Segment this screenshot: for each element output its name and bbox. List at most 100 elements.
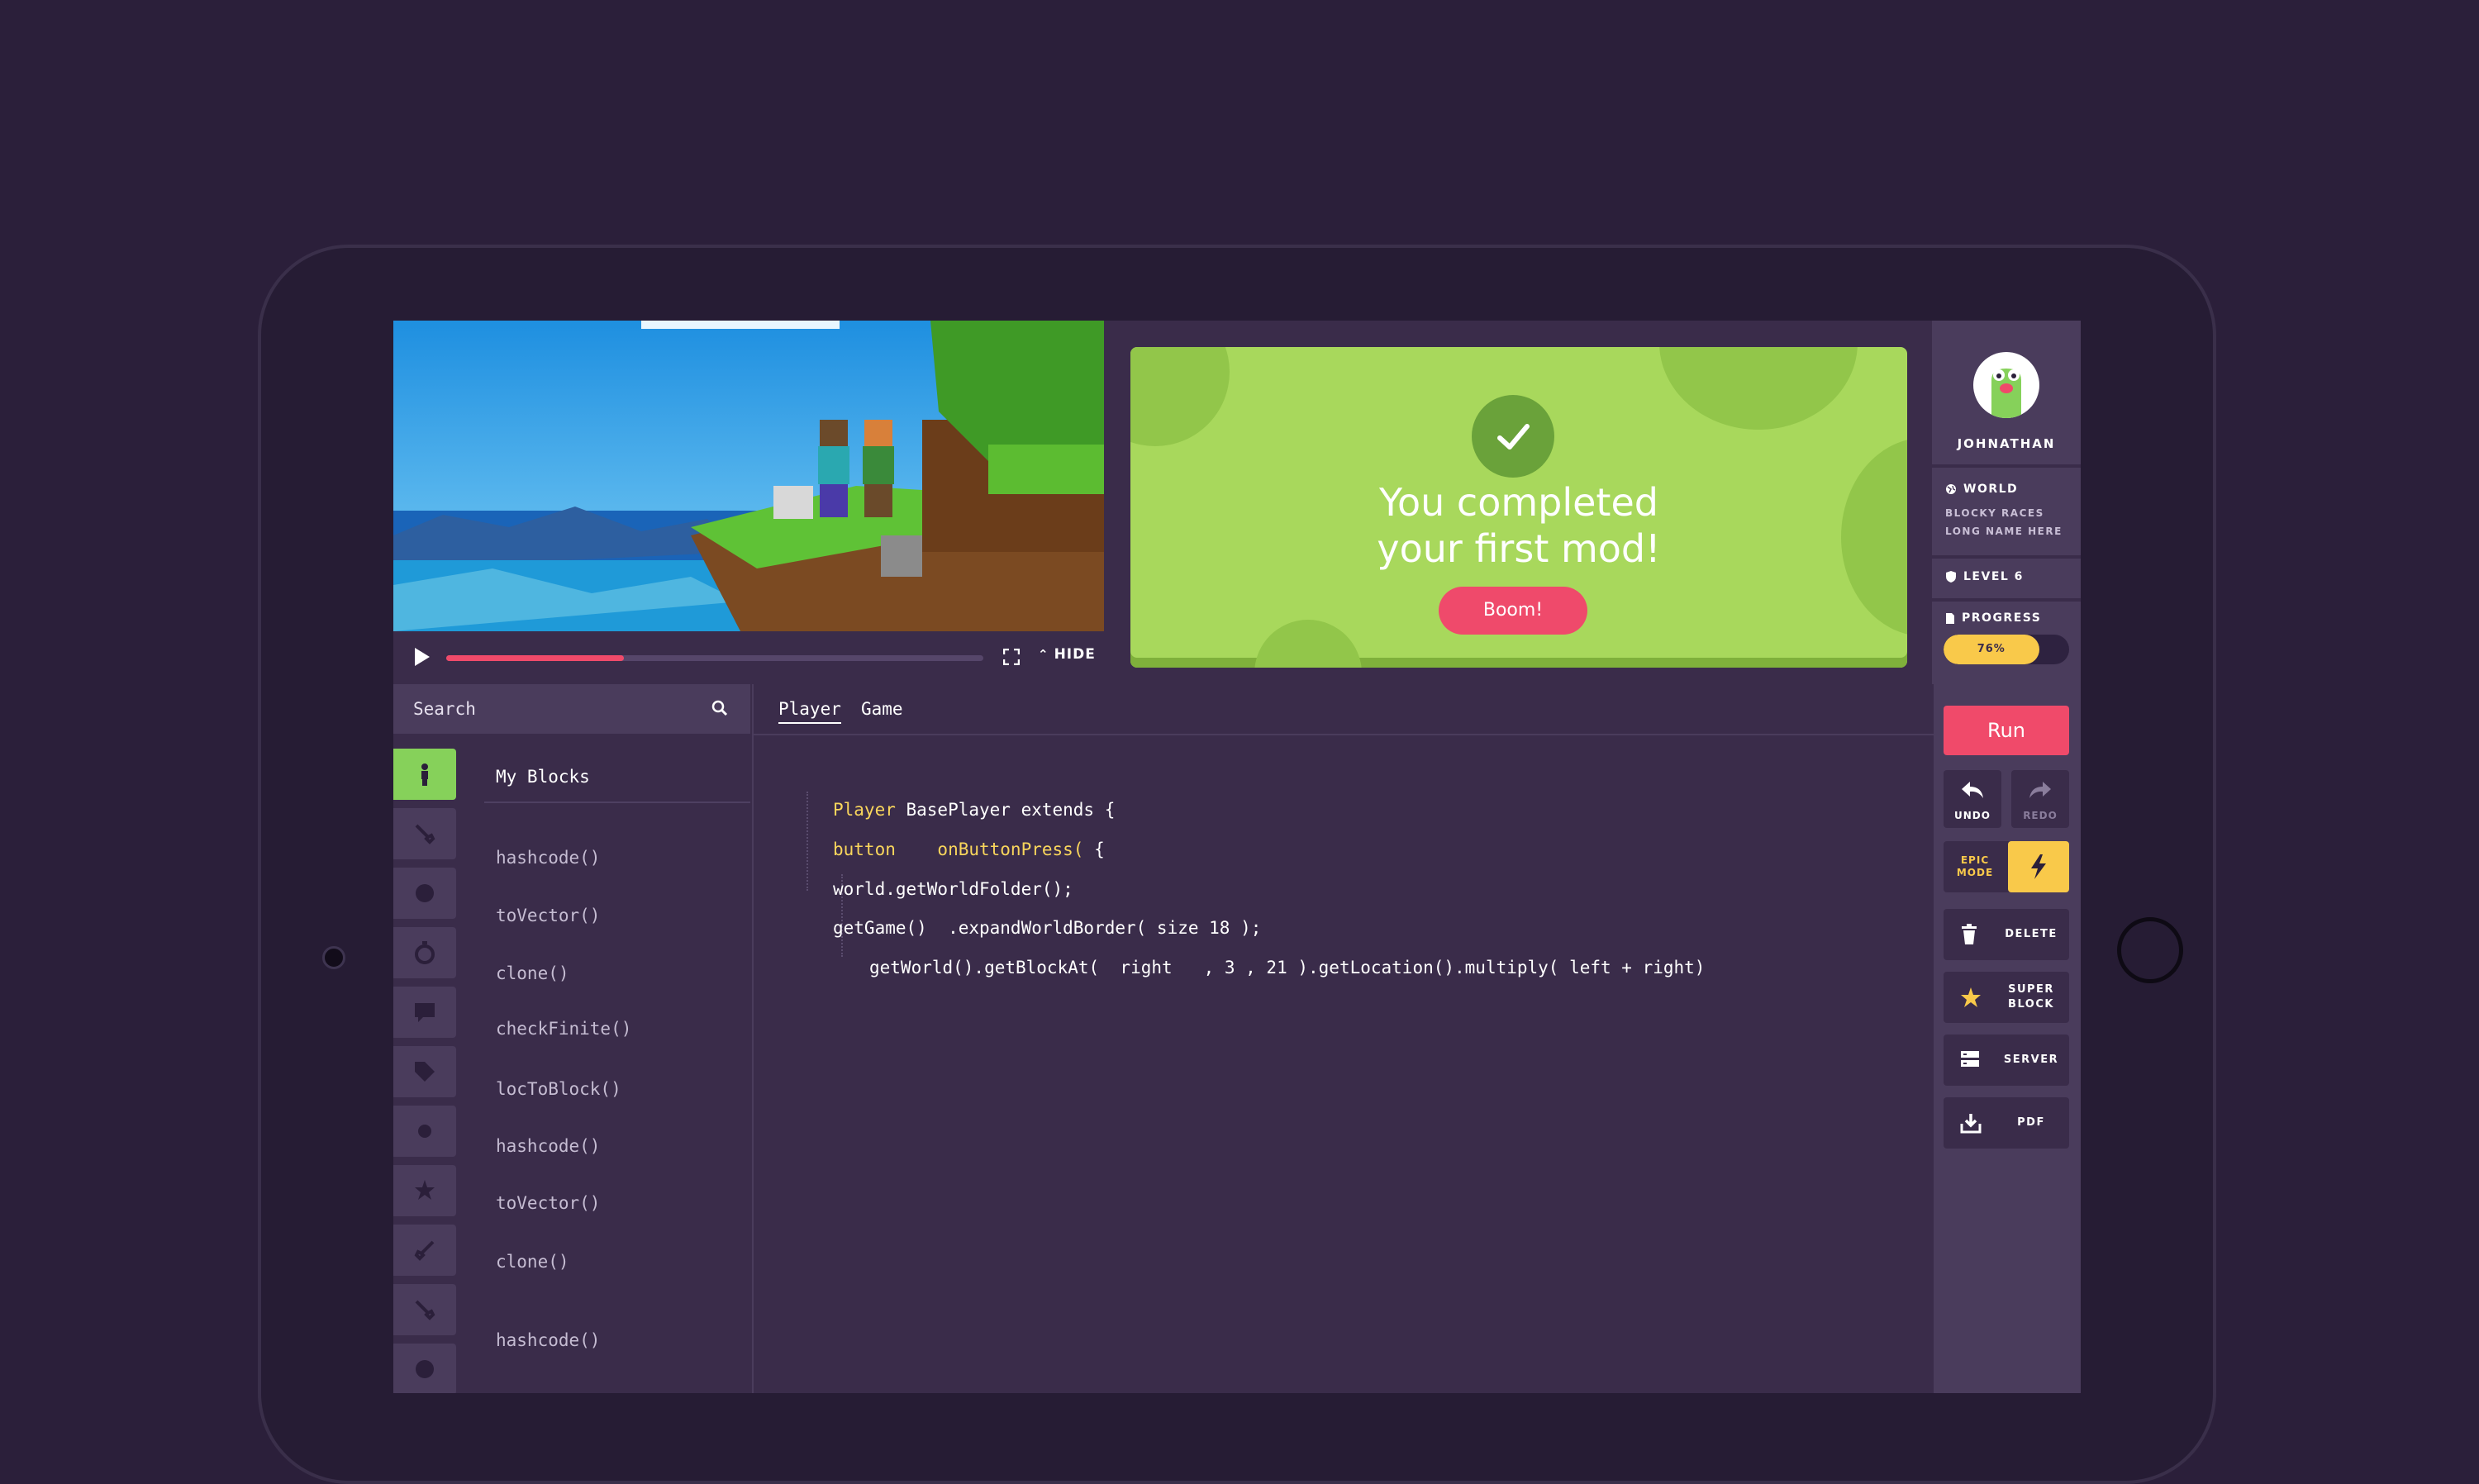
- wrench-icon: [414, 1240, 435, 1261]
- search-input[interactable]: Search: [393, 684, 750, 734]
- undo-label: UNDO: [1954, 810, 1991, 821]
- category-time[interactable]: [393, 927, 456, 978]
- category-world[interactable]: [393, 868, 456, 919]
- globe-icon: [416, 1360, 434, 1378]
- tab-game[interactable]: Game: [861, 699, 903, 719]
- code-line[interactable]: Player BasePlayer extends {: [833, 800, 1115, 820]
- decor-blob: [1659, 347, 1858, 430]
- hide-video-button[interactable]: ⌃ HIDE: [1038, 646, 1096, 663]
- code-text: BasePlayer extends {: [895, 800, 1116, 820]
- video-controls: ⌃ HIDE: [393, 631, 1104, 684]
- home-button[interactable]: [2117, 917, 2183, 983]
- world-name: BLOCKY RACES LONG NAME HERE: [1945, 504, 2063, 540]
- code-keyword: button: [833, 840, 896, 859]
- category-favorites[interactable]: [393, 1165, 456, 1216]
- delete-label: DELETE: [2005, 928, 2058, 940]
- divider: [1932, 555, 2081, 559]
- progress-value: 76%: [1977, 643, 2006, 655]
- epic-mode-switch[interactable]: [2008, 841, 2069, 892]
- game-scene-image: [393, 321, 1104, 631]
- redo-icon: [2029, 782, 2051, 798]
- pdf-button[interactable]: PDF: [1944, 1097, 2069, 1149]
- success-card: You completed your first mod! Boom!: [1130, 347, 1907, 668]
- block-item[interactable]: locToBlock(): [496, 1079, 621, 1099]
- category-column: [393, 734, 456, 1393]
- chevron-up-icon: ⌃: [1038, 647, 1049, 662]
- server-button[interactable]: SERVER: [1944, 1035, 2069, 1086]
- undo-icon: [1962, 782, 1983, 798]
- avatar[interactable]: [1973, 352, 2039, 418]
- app-screen: ⌃ HIDE You completed your first mod! Boom…: [393, 321, 2081, 1393]
- video-progress-track[interactable]: [446, 655, 983, 661]
- boom-button[interactable]: Boom!: [1439, 587, 1587, 635]
- success-title-line: You completed: [1379, 480, 1658, 525]
- code-text: {: [1083, 840, 1105, 859]
- code-line[interactable]: button onButtonPress( {: [833, 840, 1105, 859]
- delete-button[interactable]: DELETE: [1944, 909, 2069, 960]
- tag-icon: [415, 1062, 435, 1082]
- category-build[interactable]: [393, 1225, 456, 1276]
- run-button[interactable]: Run: [1944, 706, 2069, 755]
- video-progress-fill: [446, 655, 624, 661]
- globe-icon: [1946, 484, 1956, 494]
- search-icon[interactable]: [711, 699, 729, 717]
- code-line[interactable]: world.getWorldFolder();: [833, 879, 1073, 899]
- chat-icon: [415, 1003, 435, 1022]
- category-tools[interactable]: [393, 808, 456, 859]
- category-tools-2[interactable]: [393, 1284, 456, 1335]
- block-palette: Search My Blocks hashcode() toVector() c…: [393, 684, 750, 1393]
- category-tags[interactable]: [393, 1046, 456, 1097]
- block-item[interactable]: toVector(): [496, 1193, 600, 1213]
- progress-label-text: PROGRESS: [1962, 611, 2042, 625]
- game-video[interactable]: [393, 321, 1104, 631]
- world-name-line: BLOCKY RACES: [1945, 507, 2044, 519]
- sparkle-icon: [418, 1125, 431, 1138]
- success-panel: You completed your first mod! Boom!: [1104, 321, 1932, 684]
- username: JOHNATHAN: [1957, 436, 2056, 451]
- category-effects[interactable]: [393, 1106, 456, 1157]
- person-icon: [421, 763, 428, 786]
- code-line[interactable]: getWorld().getBlockAt( right , 3 , 21 ).…: [869, 958, 1705, 977]
- block-item[interactable]: toVector(): [496, 906, 600, 925]
- block-item[interactable]: hashcode(): [496, 1330, 600, 1350]
- category-chat[interactable]: [393, 987, 456, 1038]
- my-blocks-header: My Blocks: [496, 767, 590, 787]
- super-block-button[interactable]: SUPER BLOCK: [1944, 972, 2069, 1023]
- block-item[interactable]: hashcode(): [496, 848, 600, 868]
- download-icon: [1960, 1114, 1982, 1134]
- document-icon: [1946, 612, 1954, 624]
- block-item[interactable]: clone(): [496, 963, 569, 983]
- code-keyword: Player: [833, 800, 896, 820]
- tab-player[interactable]: Player: [778, 699, 841, 724]
- world-name-line: LONG NAME HERE: [1945, 526, 2063, 537]
- redo-button[interactable]: REDO: [2011, 770, 2069, 828]
- code-editor[interactable]: Player Game Player BasePlayer extends { …: [752, 684, 1934, 1393]
- undo-button[interactable]: UNDO: [1944, 770, 2001, 828]
- progress-bar: 76%: [1944, 635, 2069, 664]
- shield-icon: [1946, 571, 1956, 583]
- fullscreen-icon[interactable]: [1003, 649, 1020, 665]
- block-item[interactable]: clone(): [496, 1252, 569, 1272]
- editor-tabs: Player Game: [754, 684, 1934, 735]
- epic-mode-toggle[interactable]: EPIC MODE: [1944, 841, 2069, 892]
- category-world-2[interactable]: [393, 1344, 456, 1393]
- timer-icon: [415, 941, 435, 964]
- star-icon: [1961, 987, 1981, 1007]
- progress-label: PROGRESS: [1945, 611, 2041, 625]
- check-icon: [1472, 395, 1554, 478]
- success-title: You completed your first mod!: [1130, 479, 1907, 572]
- indent-guide: [807, 792, 810, 891]
- pdf-label: PDF: [2017, 1116, 2045, 1129]
- block-item[interactable]: checkFinite(): [496, 1019, 631, 1039]
- level-text: LEVEL 6: [1963, 570, 2024, 583]
- play-icon[interactable]: [415, 648, 430, 666]
- category-my-blocks[interactable]: [393, 749, 456, 800]
- server-icon: [1961, 1051, 1979, 1067]
- wrench-icon: [415, 1300, 435, 1320]
- redo-label: REDO: [2023, 810, 2058, 821]
- code-line[interactable]: getGame() .expandWorldBorder( size 18 );: [833, 918, 1261, 938]
- decor-blob: [1130, 347, 1230, 446]
- search-placeholder: Search: [413, 699, 476, 719]
- star-icon: [415, 1180, 435, 1200]
- block-item[interactable]: hashcode(): [496, 1136, 600, 1156]
